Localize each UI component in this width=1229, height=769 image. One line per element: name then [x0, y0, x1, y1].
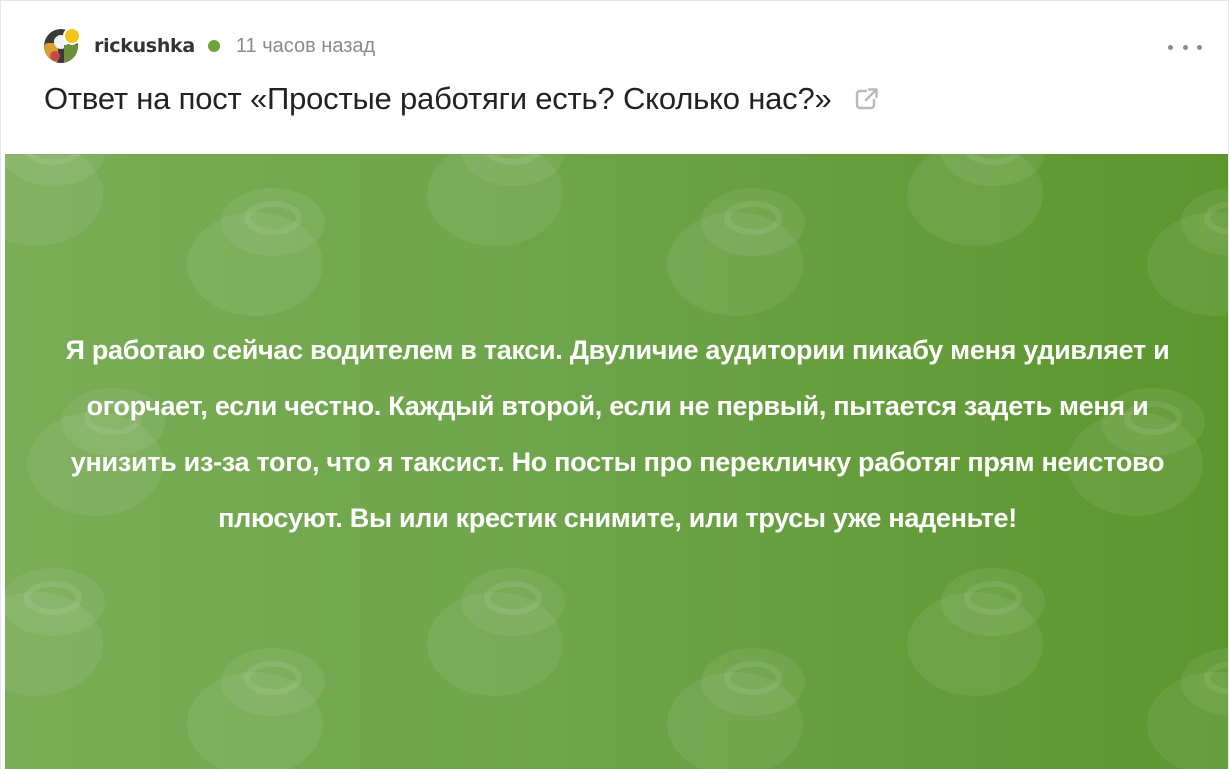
online-status-icon	[207, 40, 220, 52]
title-row: Ответ на пост «Простые работяги есть? Ск…	[44, 81, 880, 117]
avatar-badge-icon	[63, 27, 81, 45]
author-row: rickushka 11 часов назад	[44, 29, 375, 63]
post-timestamp: 11 часов назад	[235, 34, 376, 57]
more-dots-icon	[1168, 44, 1173, 50]
post-header: rickushka 11 часов назад Ответ на пост «…	[1, 1, 1228, 153]
post-card: rickushka 11 часов назад Ответ на пост «…	[0, 0, 1229, 769]
post-banner: Я работаю сейчас водителем в такси. Двул…	[5, 154, 1228, 769]
author-name[interactable]: rickushka	[94, 35, 195, 57]
post-title[interactable]: Ответ на пост «Простые работяги есть? Ск…	[44, 81, 832, 117]
more-options-button[interactable]	[1168, 37, 1202, 57]
banner-text: Я работаю сейчас водителем в такси. Двул…	[65, 335, 1170, 533]
external-link-icon[interactable]	[854, 86, 880, 112]
